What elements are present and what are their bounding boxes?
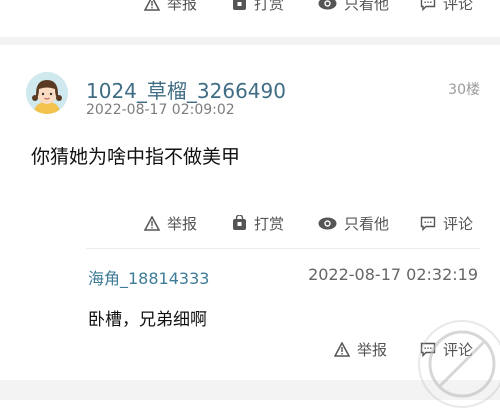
comment-button[interactable]: 评论 bbox=[420, 213, 473, 234]
only-him-button[interactable]: 只看他 bbox=[318, 0, 389, 14]
only-him-label: 只看他 bbox=[344, 214, 390, 233]
warning-triangle-icon bbox=[144, 0, 160, 11]
reply-content: 卧槽，兄弟细啊 bbox=[88, 310, 207, 330]
tip-button[interactable]: 打赏 bbox=[232, 213, 284, 234]
reply-divider bbox=[86, 248, 480, 249]
only-him-label: 只看他 bbox=[344, 0, 390, 13]
warning-triangle-icon bbox=[144, 215, 160, 231]
report-label: 举报 bbox=[167, 0, 198, 13]
reply-username[interactable]: 海角_18814333 bbox=[88, 265, 209, 289]
girl-avatar-icon bbox=[26, 72, 68, 114]
report-label: 举报 bbox=[167, 214, 198, 233]
gift-bag-icon bbox=[233, 215, 246, 230]
floor-number: 30楼 bbox=[448, 82, 480, 98]
post-timestamp: 2022-08-17 02:09:02 bbox=[86, 102, 235, 118]
tip-label: 打赏 bbox=[254, 214, 285, 233]
reply-report-button[interactable]: 举报 bbox=[334, 339, 387, 360]
only-him-button[interactable]: 只看他 bbox=[318, 213, 389, 234]
post-content: 你猜她为啥中指不做美甲 bbox=[31, 146, 241, 168]
top-action-bar: 举报 打赏 只看他 评论 bbox=[144, 0, 484, 14]
tip-button[interactable]: 打赏 bbox=[232, 0, 284, 14]
report-button[interactable]: 举报 bbox=[144, 213, 197, 234]
watermark-icon bbox=[428, 330, 496, 398]
comment-icon bbox=[420, 216, 436, 231]
report-button[interactable]: 举报 bbox=[144, 0, 197, 14]
section-divider bbox=[0, 37, 500, 45]
comment-button[interactable]: 评论 bbox=[420, 0, 473, 14]
gift-bag-icon bbox=[233, 0, 246, 10]
comment-label: 评论 bbox=[443, 214, 474, 233]
watermark-logo bbox=[418, 320, 500, 408]
comment-icon bbox=[420, 0, 436, 11]
eye-icon bbox=[318, 217, 337, 229]
reply-report-label: 举报 bbox=[357, 340, 388, 359]
comment-label: 评论 bbox=[443, 0, 474, 13]
reply-timestamp: 2022-08-17 02:32:19 bbox=[308, 265, 478, 284]
tip-label: 打赏 bbox=[254, 0, 285, 13]
avatar[interactable] bbox=[26, 72, 68, 114]
post-action-bar: 举报 打赏 只看他 评论 bbox=[144, 212, 484, 234]
warning-triangle-icon bbox=[334, 341, 350, 357]
eye-icon bbox=[318, 0, 337, 9]
post-username[interactable]: 1024_草榴_3266490 bbox=[86, 75, 286, 104]
